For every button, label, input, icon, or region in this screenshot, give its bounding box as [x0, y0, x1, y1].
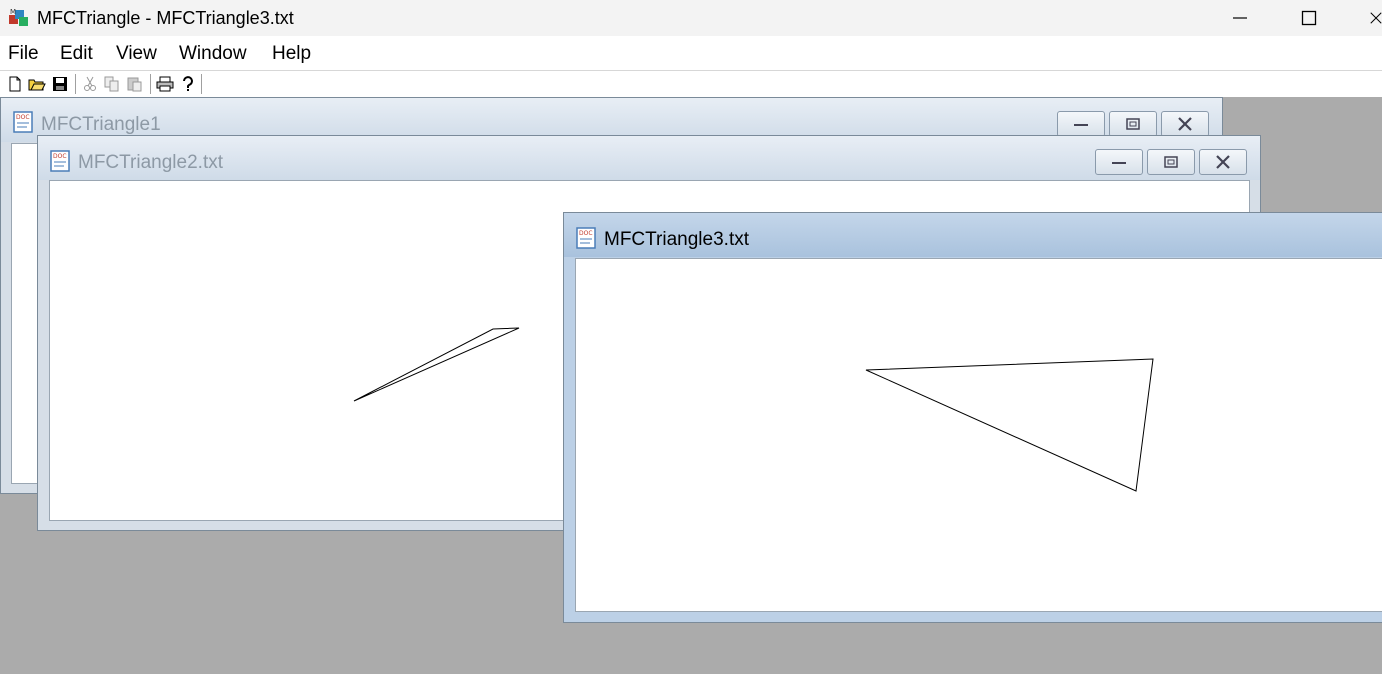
cut-button[interactable] — [80, 74, 100, 94]
menu-window[interactable]: Window — [179, 42, 247, 66]
close-icon — [1216, 155, 1230, 169]
paste-button[interactable] — [125, 74, 145, 94]
print-icon — [156, 76, 174, 92]
svg-text:DOC: DOC — [579, 230, 593, 237]
close-icon — [1178, 117, 1192, 131]
child-title-3: MFCTriangle3.txt — [604, 229, 749, 250]
close-icon — [1370, 12, 1382, 24]
child-close-button[interactable] — [1161, 111, 1209, 137]
minimize-icon — [1112, 162, 1126, 164]
toolbar — [0, 70, 1382, 98]
toolbar-separator — [201, 74, 203, 94]
help-button[interactable] — [178, 74, 198, 94]
document-icon: DOC — [50, 150, 70, 172]
child-title-1: MFCTriangle1 — [41, 114, 161, 135]
paste-icon — [127, 77, 142, 92]
maximize-icon — [1164, 156, 1178, 168]
new-button[interactable] — [5, 74, 25, 94]
cut-icon — [84, 76, 96, 91]
app-title: MFCTriangle - MFCTriangle3.txt — [37, 8, 294, 28]
child-titlebar-3[interactable]: DOC MFCTriangle3.txt — [564, 213, 1382, 257]
menu-bar: File Edit View Window Help — [0, 38, 1382, 70]
svg-text:M: M — [10, 8, 16, 16]
menu-edit[interactable]: Edit — [60, 42, 93, 66]
svg-text:DOC: DOC — [16, 114, 30, 121]
child-close-button[interactable] — [1199, 149, 1247, 175]
child-maximize-button[interactable] — [1147, 149, 1195, 175]
copy-icon — [104, 76, 119, 92]
menu-help[interactable]: Help — [272, 42, 311, 66]
toolbar-separator — [150, 74, 152, 94]
document-icon: DOC — [13, 111, 33, 133]
document-icon: DOC — [576, 227, 596, 249]
child-titlebar-2[interactable]: DOC MFCTriangle2.txt — [38, 136, 1260, 180]
minimize-button[interactable] — [1206, 0, 1274, 36]
maximize-icon — [1301, 10, 1317, 26]
close-button[interactable] — [1344, 0, 1382, 36]
toolbar-separator — [75, 74, 77, 94]
child-minimize-button[interactable] — [1057, 111, 1105, 137]
maximize-icon — [1126, 118, 1140, 130]
save-icon — [53, 77, 67, 91]
open-button[interactable] — [27, 74, 47, 94]
child-client-area-3[interactable] — [575, 258, 1382, 612]
help-icon — [183, 76, 193, 91]
child-maximize-button[interactable] — [1109, 111, 1157, 137]
open-folder-icon — [28, 79, 46, 91]
save-button[interactable] — [50, 74, 70, 94]
child-minimize-button[interactable] — [1095, 149, 1143, 175]
print-button[interactable] — [155, 74, 175, 94]
app-titlebar: M MFCTriangle - MFCTriangle3.txt — [0, 0, 1382, 36]
maximize-button[interactable] — [1275, 0, 1343, 36]
menu-file[interactable]: File — [8, 42, 39, 66]
mfc-app-icon: M — [9, 8, 28, 26]
child-window-3[interactable]: DOC MFCTriangle3.txt — [563, 212, 1382, 623]
menu-view[interactable]: View — [116, 42, 157, 66]
minimize-icon — [1074, 124, 1088, 126]
copy-button[interactable] — [102, 74, 122, 94]
svg-text:DOC: DOC — [53, 153, 67, 160]
new-file-icon — [9, 76, 21, 92]
minimize-icon — [1233, 17, 1247, 19]
child-title-2: MFCTriangle2.txt — [78, 152, 223, 173]
